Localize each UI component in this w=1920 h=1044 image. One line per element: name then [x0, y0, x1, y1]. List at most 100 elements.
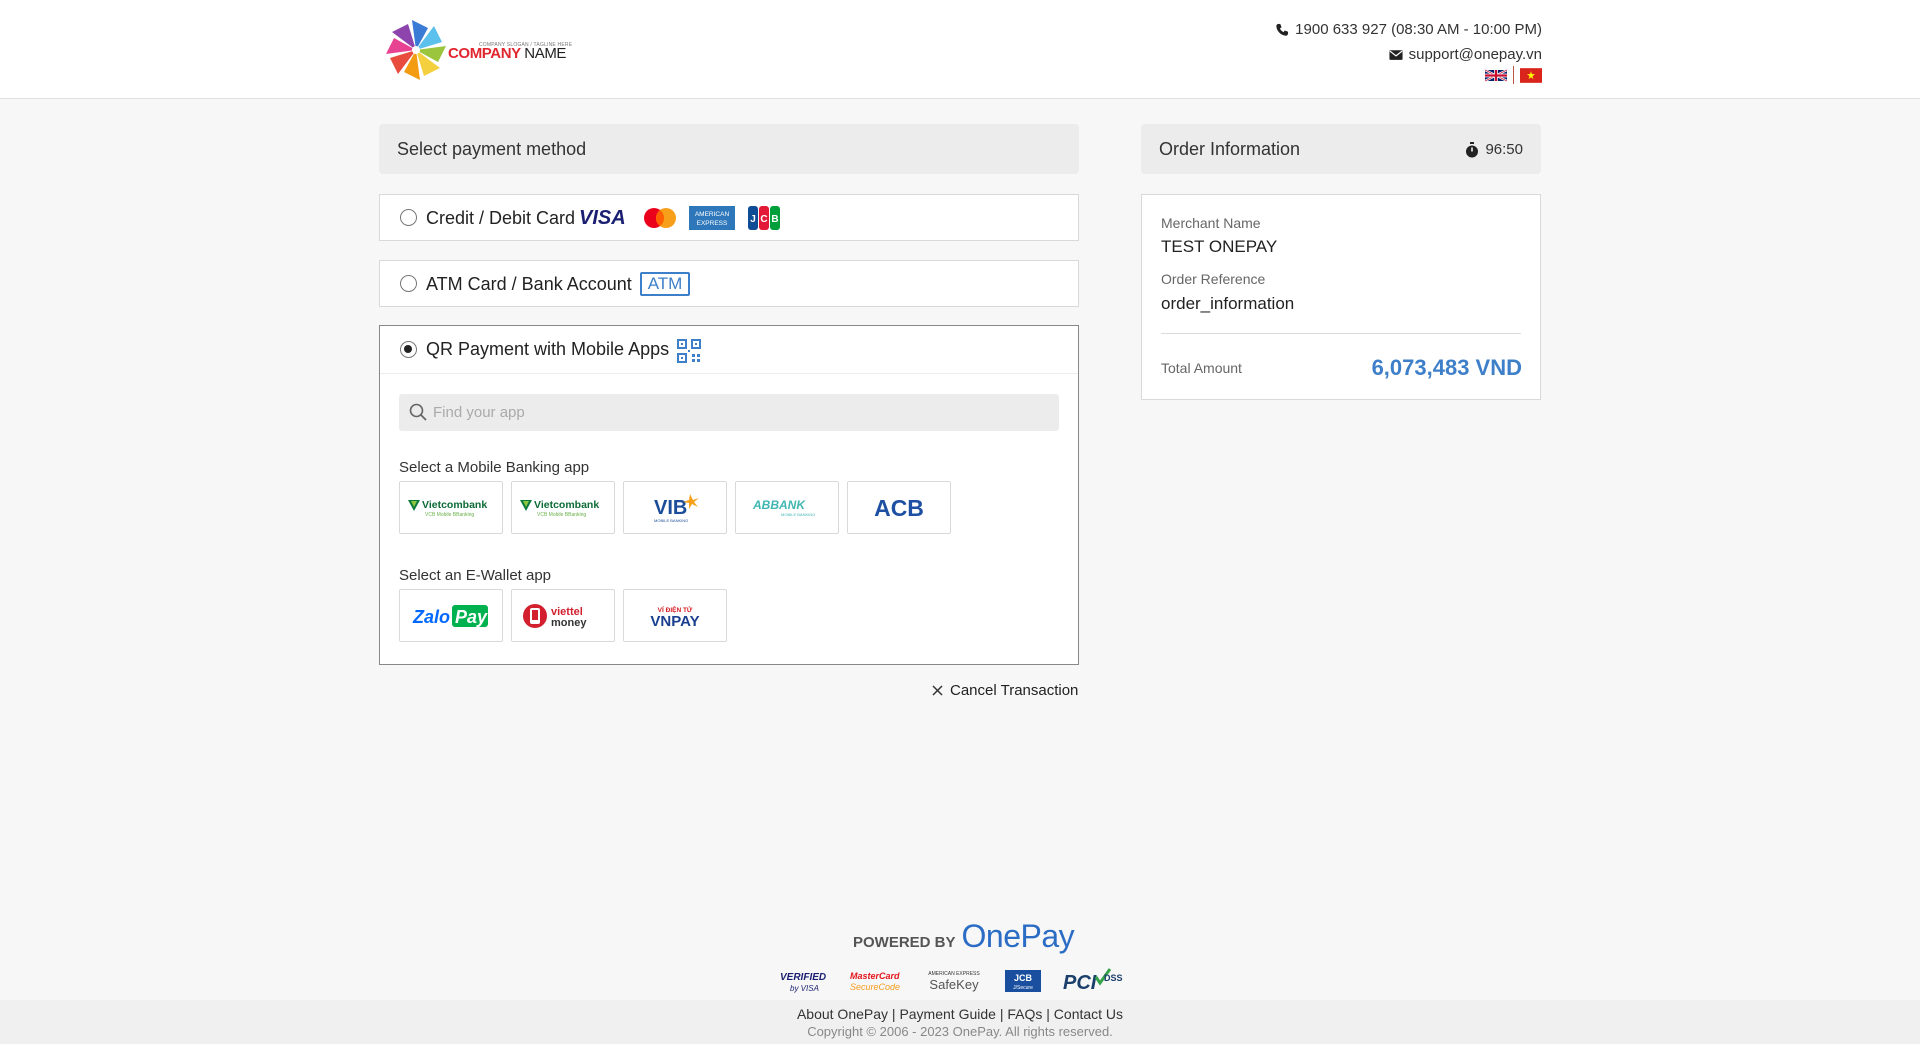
banking-app-list: Vietcombank VCB Mobile BBanking Vietcomb… [399, 481, 951, 534]
order-info-header: Order Information 96:50 [1141, 124, 1541, 174]
amex-safekey-icon: AMERICAN EXPRESS SafeKey [928, 971, 980, 992]
vietcombank-logo-icon: Vietcombank VCB Mobile BBanking [408, 499, 487, 518]
bank-app-acb[interactable]: ACB [847, 481, 951, 534]
powered-by-label: POWERED BY [853, 934, 956, 951]
phone-number[interactable]: 1900 633 927 (08:30 AM - 10:00 PM) [1295, 20, 1542, 40]
svg-text:VERIFIED: VERIFIED [780, 972, 826, 983]
svg-text:J: J [750, 214, 756, 225]
mastercard-logo-icon [644, 208, 676, 228]
banking-section-title: Select a Mobile Banking app [399, 459, 590, 476]
atm-label: ATM Card / Bank Account [426, 274, 632, 294]
wallet-app-list: Zalo Pay viettel money VÍ ĐIỆN TỬ VNPAY [399, 589, 727, 642]
svg-text:Zalo: Zalo [412, 607, 450, 627]
footer-link-about[interactable]: About OnePay [797, 1006, 888, 1022]
radio-atm[interactable] [400, 275, 417, 292]
copyright-text: Copyright © 2006 - 2023 OnePay. All righ… [807, 1024, 1113, 1039]
close-icon [932, 685, 943, 696]
svg-text:ACB: ACB [874, 495, 924, 521]
app-search[interactable] [399, 394, 1059, 431]
bank-app-vietcombank-2[interactable]: Vietcombank VCB Mobile BBanking [511, 481, 615, 534]
total-amount-label: Total Amount [1161, 360, 1242, 376]
app-search-input[interactable] [433, 394, 1033, 431]
svg-text:by VISA: by VISA [790, 984, 819, 993]
envelope-icon [1389, 49, 1403, 60]
timer-value: 96:50 [1485, 141, 1523, 158]
pci-dss-seal: PCI DSS [1062, 966, 1128, 996]
radio-qr[interactable] [400, 341, 417, 358]
onepay-brand: OnePay [961, 918, 1075, 954]
payment-option-atm[interactable]: ATM Card / Bank Account ATM [379, 260, 1079, 307]
search-icon [409, 403, 427, 421]
svg-text:VNPAY: VNPAY [650, 613, 699, 630]
amex-logo-icon: AMERICAN EXPRESS [689, 206, 735, 230]
logo-company-name: COMPANY NAME [448, 45, 567, 62]
qr-label: QR Payment with Mobile Apps [426, 339, 670, 359]
jcb-jsecure-icon: JCB J/Secure [1005, 970, 1041, 992]
bank-app-vib[interactable]: VIB MOBILE BANKING [623, 481, 727, 534]
cancel-transaction-label: Cancel Transaction [950, 682, 1079, 699]
merchant-name-label: Merchant Name [1161, 215, 1261, 231]
viettel-money-logo-icon: viettel money [523, 603, 587, 629]
order-info-card: Merchant Name TEST ONEPAY Order Referenc… [1141, 194, 1541, 400]
order-reference-label: Order Reference [1161, 271, 1266, 287]
uk-flag-icon[interactable] [1485, 68, 1507, 83]
payment-option-card[interactable]: Credit / Debit Card VISA AMERICAN EXPRES… [379, 194, 1079, 241]
vib-logo-icon: VIB MOBILE BANKING [654, 493, 699, 523]
order-divider [1161, 333, 1521, 334]
svg-text:Vietcombank: Vietcombank [422, 499, 487, 511]
svg-text:Pay: Pay [455, 607, 488, 627]
countdown-timer: 96:50 [1465, 141, 1523, 158]
security-seals: VERIFIED by VISA MasterCard SecureCode A… [778, 966, 1128, 996]
svg-text:EXPRESS: EXPRESS [697, 220, 728, 227]
page-footer: About OnePay | Payment Guide | FAQs | Co… [0, 1000, 1920, 1044]
radio-credit-card[interactable] [400, 209, 417, 226]
email-row: support@onepay.vn [1275, 42, 1542, 67]
abbank-logo-icon: ABBANK MOBILE BANKING [752, 498, 815, 517]
contact-info: 1900 633 927 (08:30 AM - 10:00 PM) suppo… [1275, 17, 1542, 84]
jcb-logo-icon: J C B [748, 206, 780, 230]
svg-text:SecureCode: SecureCode [850, 982, 900, 992]
support-email[interactable]: support@onepay.vn [1409, 45, 1542, 65]
qr-option-header[interactable]: QR Payment with Mobile Apps [380, 326, 1078, 374]
svg-text:VCB Mobile BBanking: VCB Mobile BBanking [537, 512, 586, 518]
verified-by-visa-seal: VERIFIED by VISA [778, 966, 828, 996]
svg-text:DSS: DSS [1104, 973, 1123, 983]
verified-by-visa-icon: VERIFIED by VISA [780, 972, 826, 993]
payment-option-qr[interactable]: QR Payment with Mobile Apps Select a Mob… [379, 325, 1079, 665]
svg-text:JCB: JCB [1014, 973, 1033, 983]
cancel-transaction-button[interactable]: Cancel Transaction [932, 682, 1078, 699]
amex-safekey-seal: AMERICAN EXPRESS SafeKey [924, 966, 984, 996]
vietcombank-logo-icon: Vietcombank VCB Mobile BBanking [520, 499, 599, 518]
footer-link-payment-guide[interactable]: Payment Guide [899, 1006, 996, 1022]
svg-text:PCI: PCI [1063, 972, 1097, 994]
vnpay-logo-icon: VÍ ĐIỆN TỬ VNPAY [650, 605, 699, 630]
vietnam-flag-icon[interactable] [1520, 67, 1542, 83]
top-header: COMPANY SLOGAN / TAGLINE HERE COMPANY NA… [0, 0, 1920, 99]
svg-text:SafeKey: SafeKey [929, 977, 979, 992]
language-switcher [1275, 66, 1542, 84]
svg-text:MasterCard: MasterCard [850, 971, 900, 981]
footer-link-contact[interactable]: Contact Us [1054, 1006, 1123, 1022]
flag-divider [1513, 66, 1514, 84]
stopwatch-icon [1466, 141, 1479, 157]
mastercard-securecode-seal: MasterCard SecureCode [848, 966, 904, 996]
credit-card-label: Credit / Debit Card [426, 208, 576, 228]
wallet-section-title: Select an E-Wallet app [399, 567, 552, 584]
company-logo[interactable]: COMPANY SLOGAN / TAGLINE HERE COMPANY NA… [380, 12, 572, 88]
wallet-app-vnpay[interactable]: VÍ ĐIỆN TỬ VNPAY [623, 589, 727, 642]
visa-logo-icon: VISA [579, 207, 626, 227]
total-amount-value: 6,073,483 VND [1371, 355, 1522, 380]
atm-badge: ATM [640, 272, 690, 296]
bank-app-vietcombank[interactable]: Vietcombank VCB Mobile BBanking [399, 481, 503, 534]
order-reference-value: order_information [1161, 294, 1295, 313]
svg-text:VIB: VIB [654, 497, 687, 519]
svg-text:Vietcombank: Vietcombank [534, 499, 599, 511]
wallet-app-viettel-money[interactable]: viettel money [511, 589, 615, 642]
wallet-app-zalopay[interactable]: Zalo Pay [399, 589, 503, 642]
svg-text:AMERICAN: AMERICAN [695, 211, 730, 218]
bank-app-abbank[interactable]: ABBANK MOBILE BANKING [735, 481, 839, 534]
svg-text:VCB Mobile BBanking: VCB Mobile BBanking [425, 512, 474, 518]
payment-method-title: Select payment method [397, 139, 587, 159]
footer-link-faqs[interactable]: FAQs [1007, 1006, 1042, 1022]
mastercard-securecode-icon: MasterCard SecureCode [850, 971, 900, 992]
